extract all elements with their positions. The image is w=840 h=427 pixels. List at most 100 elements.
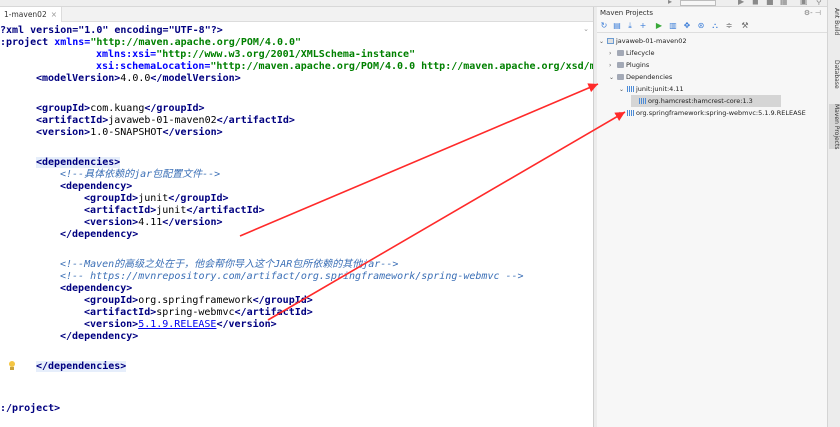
code-line: <modelVersion>4.0.0</modelVersion> (36, 73, 241, 85)
xml-tag: <version> (36, 127, 91, 138)
dependencies-diagram-icon[interactable]: ⛬ (711, 22, 719, 30)
tree-node-root[interactable]: ⌄ javaweb-01-maven02 (599, 35, 687, 47)
xml-tag: </groupId> (168, 193, 229, 204)
xml-comment: <!-- https://mvnrepository.com/artifact/… (60, 271, 524, 282)
code-line: <dependency> (60, 181, 132, 193)
search-icon[interactable]: ⚲ (816, 0, 822, 6)
xml-tag: </dependencies> (36, 361, 127, 372)
library-icon (627, 86, 634, 92)
run-icon[interactable]: ▶ (655, 22, 663, 30)
tree-node-lifecycle[interactable]: › Lifecycle (609, 47, 655, 59)
toggle-offline-icon[interactable]: ✥ (683, 22, 691, 30)
editor-tab-label: 1-maven02 (4, 10, 47, 19)
chevron-down-icon[interactable]: ⌄ (583, 25, 589, 33)
project-structure-icon[interactable]: ▣ (800, 0, 808, 6)
collapse-all-icon[interactable]: ≑ (725, 22, 733, 30)
top-toolbar-strip: ▸ ▶ ◼ ■ ▦ ▣ ⚲ (0, 0, 840, 7)
skip-tests-icon[interactable]: ⊛ (697, 22, 705, 30)
xml-tag: <artifactId> (36, 115, 109, 126)
chevron-down-icon[interactable]: ⌄ (599, 36, 607, 48)
xml-declaration: ?xml version="1.0" encoding="UTF-8"?> (0, 25, 223, 36)
xml-tag: </dependency> (60, 229, 139, 240)
panel-header: Maven Projects ⚙- ⊣ (597, 7, 827, 19)
gear-icon[interactable]: ⚙- ⊣ (804, 7, 821, 19)
add-icon[interactable]: + (639, 22, 647, 30)
xml-text: 1.0-SNAPSHOT (90, 127, 163, 138)
code-line: <groupId>org.springframework</groupId> (84, 295, 313, 307)
generate-sources-icon[interactable]: ▤ (613, 22, 621, 30)
library-icon (639, 98, 646, 104)
code-line: <version>5.1.9.RELEASE</version> (84, 319, 277, 331)
maven-projects-panel: Maven Projects ⚙- ⊣ ↻ ▤ ⤓ + ▶ ▥ ✥ ⊛ ⛬ ≑ … (597, 7, 827, 427)
code-line: <version>1.0-SNAPSHOT</version> (36, 127, 223, 139)
xml-tag: </artifactId> (234, 307, 313, 318)
tree-node-label: org.springframework:spring-webmvc:5.1.9.… (636, 109, 806, 117)
tree-node-hamcrest[interactable]: org.hamcrest:hamcrest-core:1.3 (631, 95, 781, 107)
code-line: ?xml version="1.0" encoding="UTF-8"?> (0, 25, 223, 37)
xml-tag: <dependency> (60, 181, 133, 192)
code-line: :project xmlns="http://maven.apache.org/… (0, 37, 301, 49)
tree-node-spring-webmvc[interactable]: › org.springframework:spring-webmvc:5.1.9… (619, 107, 825, 119)
refresh-icon[interactable]: ↻ (600, 22, 608, 30)
xml-tag: </dependency> (60, 331, 139, 342)
xml-tag: <artifactId> (84, 205, 157, 216)
stop-icon[interactable]: ■ (766, 0, 774, 6)
xml-string: "http://www.w3.org/2001/XMLSchema-instan… (156, 49, 416, 60)
code-line: <!--具体依赖的jar包配置文件--> (60, 169, 220, 181)
code-line: <groupId>com.kuang</groupId> (36, 103, 205, 115)
code-line: <dependencies> (36, 157, 121, 169)
editor-tab-bar: 1-maven02 × (0, 7, 593, 22)
build-icon[interactable]: ▸ (668, 0, 672, 6)
xml-text: javaweb-01-maven02 (108, 115, 217, 126)
folder-icon (617, 74, 624, 80)
structure-icon[interactable]: ▦ (780, 0, 788, 6)
tree-node-plugins[interactable]: › Plugins (609, 59, 649, 71)
xml-tag: </version> (162, 217, 223, 228)
code-editor[interactable]: 1-maven02 × ⌄ ?xml version="1.0" encoding… (0, 7, 644, 427)
xml-tag: </modelVersion> (150, 73, 241, 84)
code-line: </dependencies> (36, 361, 127, 373)
xml-tag: <artifactId> (84, 307, 157, 318)
folder-icon (617, 50, 624, 56)
xml-attribute: xmlns:xsi= (96, 49, 157, 60)
download-icon[interactable]: ⤓ (626, 22, 634, 30)
chevron-right-icon[interactable]: › (619, 108, 627, 119)
code-line: xsi:schemaLocation="http://maven.apache.… (96, 61, 644, 73)
execute-goal-icon[interactable]: ▥ (669, 22, 677, 30)
chevron-down-icon[interactable]: ⌄ (609, 72, 617, 84)
lightbulb-icon[interactable] (8, 361, 16, 371)
xml-attribute: xsi:schemaLocation= (96, 61, 211, 72)
database-tab[interactable]: Database (829, 60, 840, 89)
code-line: </dependency> (60, 229, 138, 241)
tree-node-dependencies[interactable]: ⌄ Dependencies (609, 71, 672, 83)
code-line: <artifactId>junit</artifactId> (84, 205, 265, 217)
settings-icon[interactable]: ⚒ (741, 22, 749, 30)
maven-module-icon (607, 38, 614, 44)
code-line: <groupId>junit</groupId> (84, 193, 229, 205)
tree-node-junit[interactable]: ⌄ junit:junit:4.11 (619, 83, 684, 95)
xml-tag: <groupId> (84, 193, 139, 204)
ant-build-tab[interactable]: Ant Build (829, 8, 840, 35)
xml-text: org.springframework (138, 295, 253, 306)
maven-projects-tab[interactable]: Maven Projects (829, 104, 840, 150)
code-line: <!--Maven的高级之处在于，他会帮你导入这个JAR包所依赖的其他jar--… (60, 259, 398, 271)
xml-text: 4.0.0 (120, 73, 151, 84)
xml-tag: </artifactId> (186, 205, 265, 216)
xml-tag: <version> (84, 319, 139, 330)
debug-icon[interactable]: ◼ (752, 0, 759, 6)
code-line: <!-- https://mvnrepository.com/artifact/… (60, 271, 524, 283)
code-line: <artifactId>spring-webmvc</artifactId> (84, 307, 313, 319)
editor-tab-pom[interactable]: 1-maven02 × (0, 7, 63, 22)
xml-text: 4.11 (138, 217, 163, 228)
xml-tag: <version> (84, 217, 139, 228)
tree-node-label: Lifecycle (626, 49, 655, 57)
close-icon[interactable]: × (51, 10, 57, 19)
run-config-dropdown[interactable] (680, 0, 716, 6)
run-icon[interactable]: ▶ (738, 0, 744, 6)
panel-title: Maven Projects (600, 9, 654, 17)
xml-text: junit (156, 205, 187, 216)
xml-string: "http://maven.apache.org/POM/4.0.0" (90, 37, 302, 48)
chevron-down-icon[interactable]: ⌄ (619, 84, 627, 96)
xml-text: com.kuang (90, 103, 145, 114)
version-link[interactable]: 5.1.9.RELEASE (138, 319, 216, 330)
